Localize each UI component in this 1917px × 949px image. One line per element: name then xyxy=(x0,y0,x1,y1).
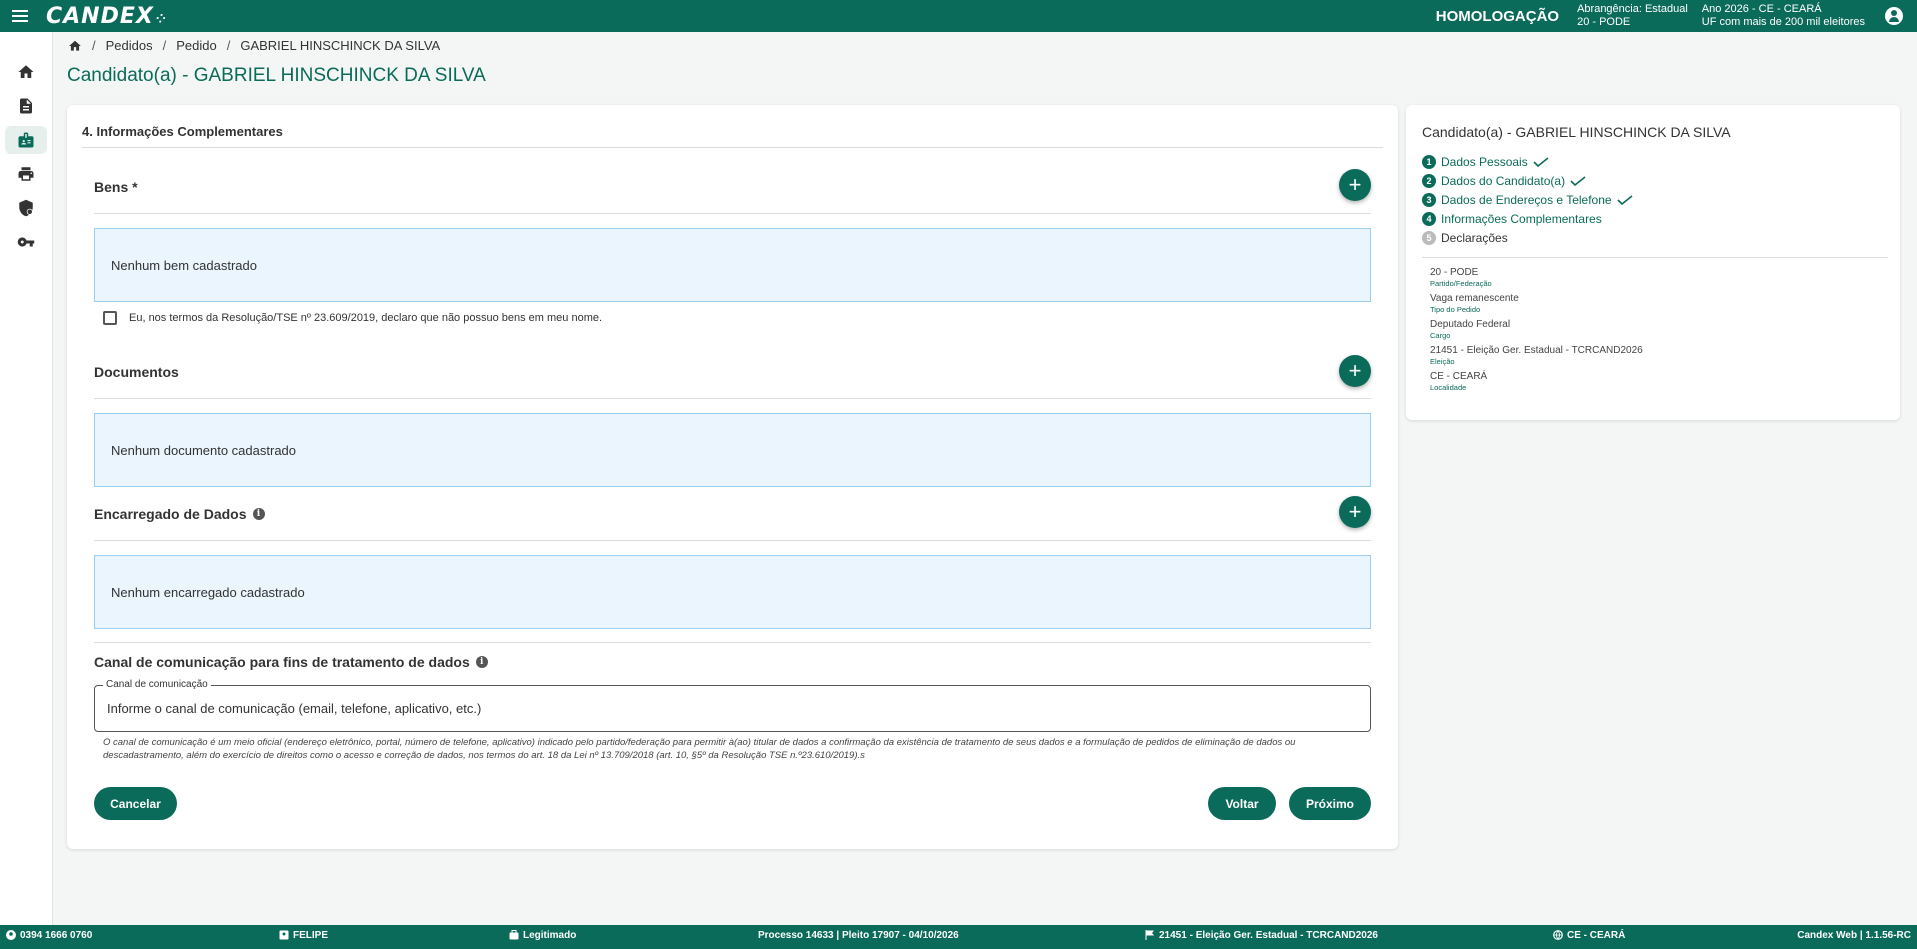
breadcrumb-item-pedidos[interactable]: Pedidos xyxy=(106,38,153,53)
summary-panel: Candidato(a) - GABRIEL HINSCHINCK DA SIL… xyxy=(1406,105,1900,420)
check-icon xyxy=(1533,156,1549,167)
canal-field: Canal de comunicação xyxy=(94,679,1371,732)
app-logo[interactable]: CANDEX ⁘ xyxy=(46,4,166,29)
main-form-card: 4. Informações Complementares Bens * + N… xyxy=(67,105,1398,849)
status-footer: 0394 1666 0760 FELIPE Legitimado Process… xyxy=(0,925,1917,949)
add-encarregado-button[interactable]: + xyxy=(1339,496,1371,528)
step-item-pending: 5 Declarações xyxy=(1422,228,1633,247)
no-assets-label: Eu, nos termos da Resolução/TSE nº 23.60… xyxy=(129,312,603,324)
documentos-empty-state: Nenhum documento cadastrado xyxy=(94,413,1371,487)
encarregado-empty-state: Nenhum encarregado cadastrado xyxy=(94,555,1371,629)
footer-election: 21451 - Eleição Ger. Estadual - TCRCAND2… xyxy=(1145,925,1378,945)
breadcrumb-item-pedido[interactable]: Pedido xyxy=(176,38,216,53)
step-item[interactable]: 3 Dados de Endereços e Telefone xyxy=(1422,190,1633,209)
bens-empty-state: Nenhum bem cadastrado xyxy=(94,228,1371,302)
check-icon xyxy=(1617,194,1633,205)
id-card-icon xyxy=(279,930,289,940)
home-icon[interactable] xyxy=(5,58,47,86)
canal-title: Canal de comunicação para fins de tratam… xyxy=(94,654,488,670)
canal-input[interactable] xyxy=(107,686,1358,731)
top-bar: CANDEX ⁘ HOMOLOGAÇÃO Abrangência: Estadua… xyxy=(0,0,1917,32)
summary-title: Candidato(a) - GABRIEL HINSCHINCK DA SIL… xyxy=(1422,124,1731,140)
footer-process: Processo 14633 | Pleito 17907 - 04/10/20… xyxy=(758,929,959,941)
documentos-title: Documentos xyxy=(94,364,179,380)
cancel-button[interactable]: Cancelar xyxy=(94,787,177,820)
printer-icon[interactable] xyxy=(5,160,47,188)
globe-icon xyxy=(1553,930,1563,940)
breadcrumb: / Pedidos / Pedido / GABRIEL HINSCHINCK … xyxy=(68,38,440,53)
year-info: Ano 2026 - CE - CEARÁ UF com mais de 200… xyxy=(1701,3,1865,28)
encarregado-title: Encarregado de Dados i xyxy=(94,506,265,522)
home-icon[interactable] xyxy=(68,39,82,53)
briefcase-icon xyxy=(509,930,519,940)
no-assets-checkbox[interactable] xyxy=(103,311,117,325)
next-button[interactable]: Próximo xyxy=(1289,787,1371,820)
shield-user-icon[interactable] xyxy=(5,194,47,222)
footer-version: Candex Web | 1.1.56-RC xyxy=(1797,929,1911,941)
add-documento-button[interactable]: + xyxy=(1339,355,1371,387)
breadcrumb-item-candidate: GABRIEL HINSCHINCK DA SILVA xyxy=(240,38,441,53)
sidebar xyxy=(0,32,53,925)
footer-locality: CE - CEARÁ xyxy=(1553,925,1625,945)
footer-status: Legitimado xyxy=(509,925,576,945)
key-icon[interactable] xyxy=(5,228,47,256)
bens-title: Bens * xyxy=(94,179,138,195)
step-item[interactable]: 1 Dados Pessoais xyxy=(1422,152,1633,171)
footer-phone: 0394 1666 0760 xyxy=(6,925,92,945)
step-item[interactable]: 2 Dados do Candidato(a) xyxy=(1422,171,1633,190)
canal-help-text: O canal de comunicação é um meio oficial… xyxy=(103,737,1296,761)
user-account-icon[interactable] xyxy=(1885,7,1903,25)
section-title: 4. Informações Complementares xyxy=(82,124,283,139)
environment-label: HOMOLOGAÇÃO xyxy=(1435,7,1560,25)
flag-icon xyxy=(1145,930,1154,940)
document-icon[interactable] xyxy=(5,92,47,120)
footer-user: FELIPE xyxy=(279,925,328,945)
step-item-current[interactable]: 4 Informações Complementares xyxy=(1422,209,1633,228)
user-circle-icon xyxy=(6,930,16,940)
add-bem-button[interactable]: + xyxy=(1339,169,1371,201)
menu-icon[interactable] xyxy=(0,0,40,32)
page-title: Candidato(a) - GABRIEL HINSCHINCK DA SIL… xyxy=(67,65,486,86)
step-list: 1 Dados Pessoais 2 Dados do Candidato(a)… xyxy=(1422,152,1633,247)
scope-info: Abrangência: Estadual 20 - PODE xyxy=(1577,3,1688,28)
info-icon[interactable]: i xyxy=(475,656,488,668)
meta-localidade: CE - CEARÁ Localidade xyxy=(1430,371,1488,392)
candidate-badge-icon[interactable] xyxy=(5,126,47,154)
no-assets-declaration: Eu, nos termos da Resolução/TSE nº 23.60… xyxy=(103,311,602,325)
meta-partido: 20 - PODE Partido/Federação xyxy=(1430,267,1492,288)
candidate-meta: 20 - PODE Partido/Federação Vaga remanesc… xyxy=(1430,267,1643,397)
meta-cargo: Deputado Federal Cargo xyxy=(1430,319,1511,340)
meta-tipo-pedido: Vaga remanescente Tipo do Pedido xyxy=(1430,293,1519,314)
info-icon[interactable]: i xyxy=(252,508,265,520)
meta-eleicao: 21451 - Eleição Ger. Estadual - TCRCAND2… xyxy=(1430,345,1643,366)
check-icon xyxy=(1570,175,1586,186)
back-button[interactable]: Voltar xyxy=(1208,787,1276,820)
